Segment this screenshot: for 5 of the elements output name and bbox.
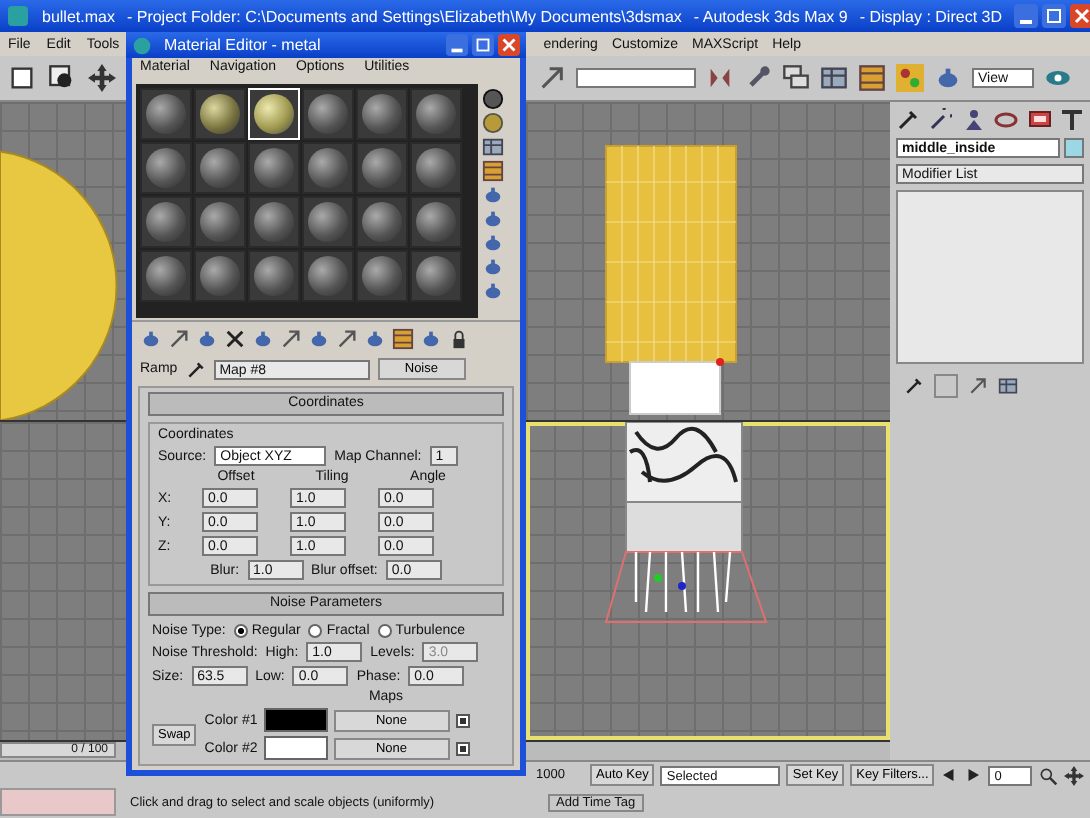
window-title: bullet.max [42, 7, 115, 25]
project-folder-text: - Project Folder: C:\Documents and Settings\Elizabeth\My Documents\3dsmax [126, 7, 682, 25]
window-title: Material Editor - metal [164, 36, 321, 54]
app-name-text: - Autodesk 3ds Max 9 [693, 7, 848, 25]
display-mode-text: - Display : Direct 3D [859, 7, 1002, 25]
